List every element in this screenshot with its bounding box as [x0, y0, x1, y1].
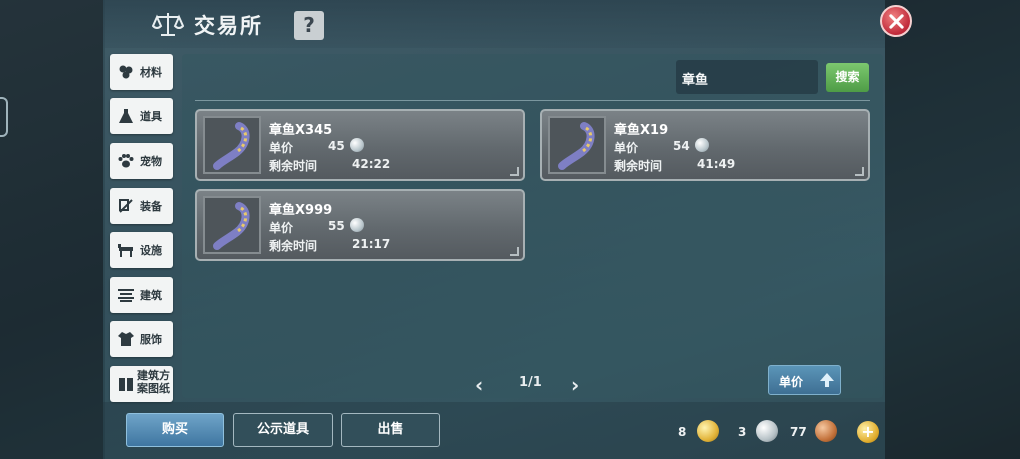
category-label: 建筑方案图纸 [137, 369, 170, 395]
search-button[interactable]: 搜索 [826, 63, 869, 92]
help-button[interactable]: ? [294, 11, 324, 40]
sort-up-icon [820, 373, 834, 387]
listing-card[interactable]: 章鱼X345 单价 45 剩余时间 42:22 [195, 109, 525, 181]
item-thumbnail [548, 116, 606, 174]
item-name: 章鱼X999 [269, 203, 333, 218]
silver-coin-icon [350, 218, 364, 232]
listing-card[interactable]: 章鱼X999 单价 55 剩余时间 21:17 [195, 189, 525, 261]
item-name: 章鱼X19 [614, 123, 669, 138]
silver-coin-icon [756, 420, 778, 442]
category-label: 建筑 [140, 289, 162, 302]
corner-icon [510, 167, 519, 176]
category-label: 设施 [140, 244, 162, 257]
category-label: 宠物 [140, 155, 162, 168]
price-value: 54 [673, 139, 690, 153]
category-label: 材料 [140, 66, 162, 79]
bronze-amount: 77 [790, 425, 807, 439]
time-value: 42:22 [352, 157, 391, 171]
category-items[interactable]: 道具 [110, 98, 173, 134]
item-thumbnail [203, 116, 261, 174]
time-value: 41:49 [697, 157, 736, 171]
price-label: 单价 [269, 221, 294, 235]
price-label: 单价 [269, 141, 294, 155]
right-shade [885, 0, 1020, 459]
price-value: 55 [328, 219, 345, 233]
category-label: 服饰 [140, 333, 162, 346]
time-label: 剩余时间 [269, 239, 318, 253]
category-materials[interactable]: 材料 [110, 54, 173, 90]
item-name: 章鱼X345 [269, 123, 333, 138]
page-title: 交易所 [194, 14, 263, 38]
prev-page-button[interactable]: ‹ [475, 373, 483, 397]
category-label: 装备 [140, 200, 162, 213]
building-icon [118, 289, 134, 302]
side-drawer-tab[interactable] [0, 97, 8, 137]
facility-icon [118, 244, 133, 257]
category-facilities[interactable]: 设施 [110, 232, 173, 268]
blueprint-icon [119, 378, 133, 391]
bronze-coin-icon [815, 420, 837, 442]
close-button[interactable] [880, 5, 912, 37]
price-value: 45 [328, 139, 345, 153]
silver-coin-icon [350, 138, 364, 152]
divider [195, 100, 870, 101]
add-currency-icon[interactable]: + [857, 421, 879, 443]
category-label: 道具 [140, 110, 162, 123]
public-items-tab[interactable]: 公示道具 [233, 413, 333, 447]
time-value: 21:17 [352, 237, 391, 251]
category-blueprints[interactable]: 建筑方案图纸 [110, 366, 173, 402]
category-buildings[interactable]: 建筑 [110, 277, 173, 313]
search-value: 章鱼 [682, 73, 709, 88]
category-pets[interactable]: 宠物 [110, 143, 173, 179]
clothing-icon [118, 332, 134, 346]
price-label: 单价 [614, 141, 639, 155]
potion-icon [119, 109, 133, 123]
category-clothing[interactable]: 服饰 [110, 321, 173, 357]
sort-by-price-button[interactable]: 单价 [768, 365, 841, 395]
paw-icon [118, 154, 134, 168]
silver-coin-icon [695, 138, 709, 152]
page-indicator: 1/1 [519, 375, 542, 390]
corner-icon [855, 167, 864, 176]
tentacle-icon [213, 202, 250, 250]
listing-card[interactable]: 章鱼X19 单价 54 剩余时间 41:49 [540, 109, 870, 181]
time-label: 剩余时间 [614, 159, 663, 173]
gold-amount: 8 [678, 425, 687, 439]
next-page-button[interactable]: › [571, 373, 579, 397]
buy-tab[interactable]: 购买 [126, 413, 224, 447]
sell-tab[interactable]: 出售 [341, 413, 440, 447]
time-label: 剩余时间 [269, 159, 318, 173]
tentacle-icon [213, 122, 250, 170]
tentacle-icon [558, 122, 595, 170]
corner-icon [510, 247, 519, 256]
sort-label: 单价 [779, 375, 804, 389]
silver-amount: 3 [738, 425, 747, 439]
scale-icon [152, 13, 184, 36]
left-shade [0, 0, 105, 459]
gold-coin-icon [697, 420, 719, 442]
category-equipment[interactable]: 装备 [110, 188, 173, 224]
item-thumbnail [203, 196, 261, 254]
equipment-icon [119, 199, 133, 213]
materials-icon [119, 65, 133, 79]
